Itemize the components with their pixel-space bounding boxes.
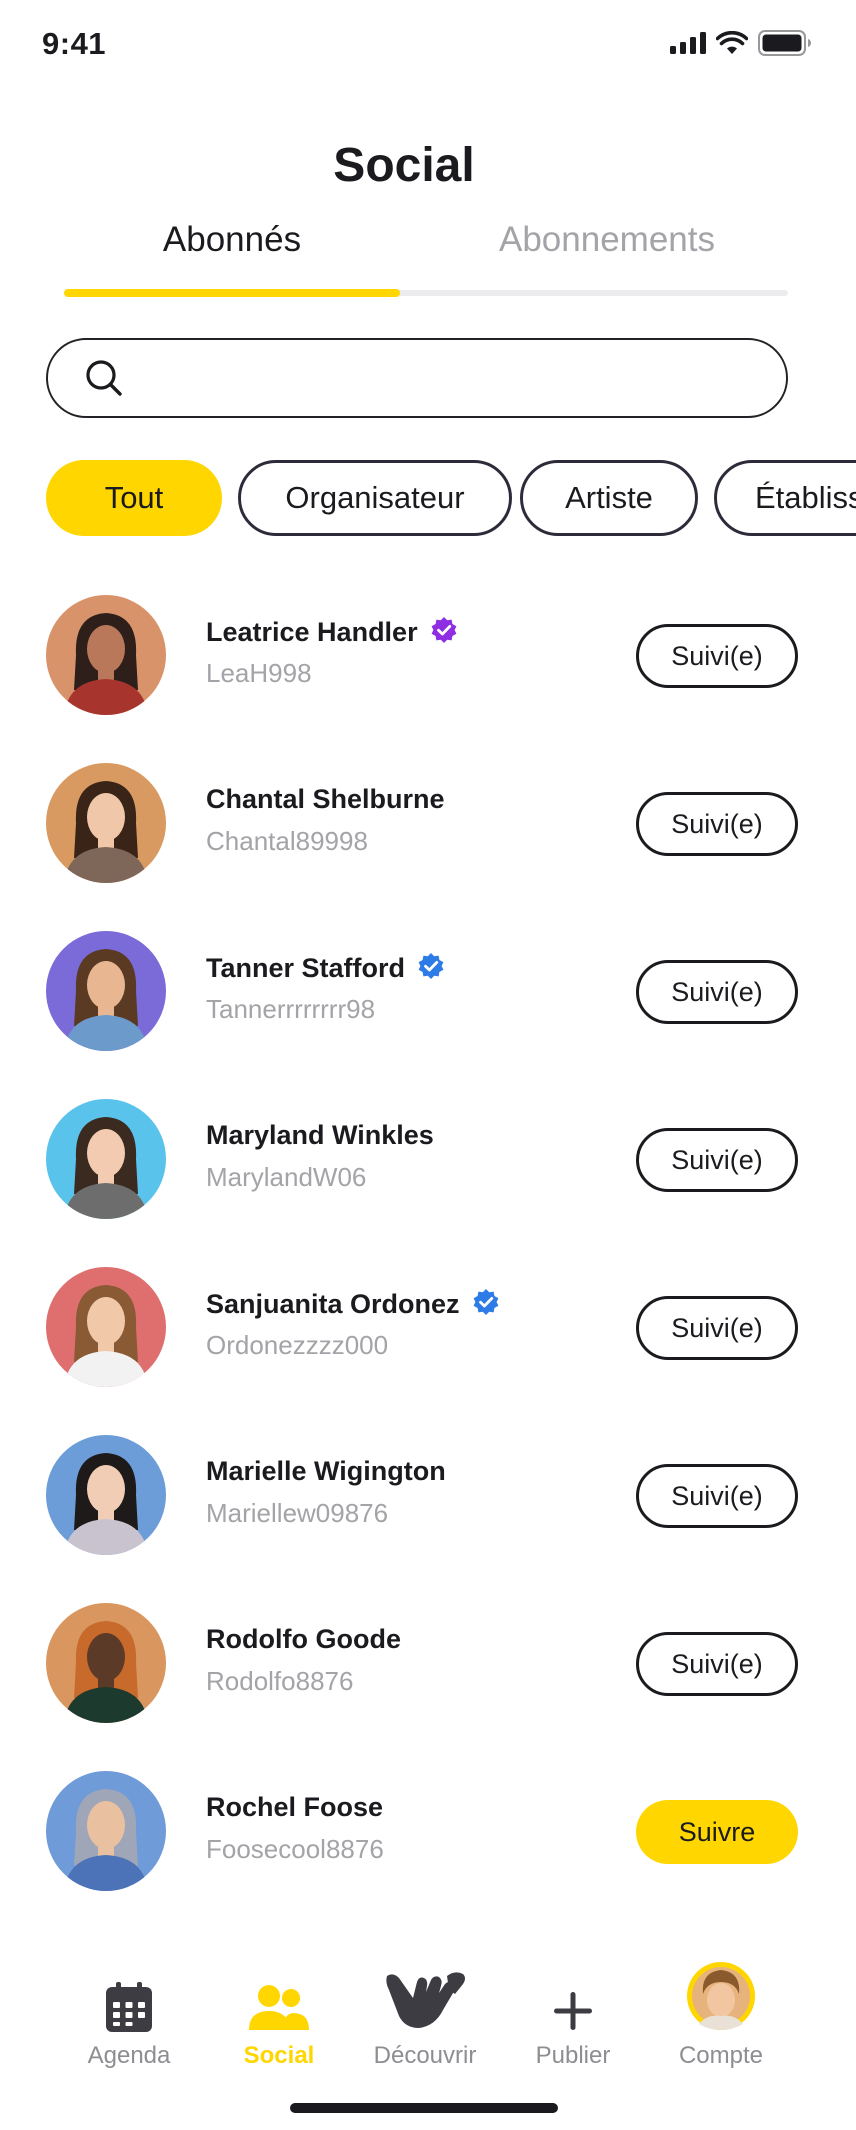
nav-publier[interactable]: Publier: [498, 1960, 648, 2070]
nav-agenda[interactable]: Agenda: [54, 1960, 204, 2070]
status-icons: [670, 30, 812, 56]
tab-abonnes[interactable]: Abonnés: [64, 220, 400, 260]
user-handle: Tannerrrrrrrr98: [206, 994, 376, 1024]
filter-chip-etablissement[interactable]: Établissement: [714, 460, 856, 536]
following-button[interactable]: Suivi(e): [636, 1632, 798, 1696]
verified-badge-icon: [430, 616, 458, 649]
user-handle: Mariellew09876: [206, 1498, 389, 1528]
avatar[interactable]: [46, 931, 166, 1051]
user-name-line: Rochel Foose: [206, 1792, 383, 1823]
status-bar: 9:41: [0, 0, 856, 90]
following-button[interactable]: Suivi(e): [636, 1128, 798, 1192]
user-handle: Chantal89998: [206, 826, 368, 856]
user-row[interactable]: Rochel Foose Foosecool8876 Suivre: [0, 1766, 856, 1896]
account-avatar-icon: [687, 1962, 755, 2030]
user-name[interactable]: Leatrice Handler: [206, 617, 418, 648]
avatar[interactable]: [46, 1435, 166, 1555]
user-name[interactable]: Rochel Foose: [206, 1792, 383, 1823]
avatar[interactable]: [46, 1771, 166, 1891]
signal-icon: [670, 32, 706, 54]
following-button[interactable]: Suivi(e): [636, 1296, 798, 1360]
filter-chip-tout[interactable]: Tout: [46, 460, 222, 536]
filter-chip-organisateur[interactable]: Organisateur: [238, 460, 512, 536]
following-button[interactable]: Suivi(e): [636, 792, 798, 856]
user-name-line: Leatrice Handler: [206, 616, 458, 649]
avatar[interactable]: [46, 1267, 166, 1387]
home-indicator: [290, 2103, 558, 2113]
user-name[interactable]: Maryland Winkles: [206, 1120, 434, 1151]
search-input[interactable]: [148, 352, 752, 406]
verified-badge-icon: [472, 1288, 500, 1321]
user-name-line: Rodolfo Goode: [206, 1624, 401, 1655]
user-row[interactable]: Rodolfo Goode Rodolfo8876 Suivi(e): [0, 1598, 856, 1728]
tab-abonnements[interactable]: Abonnements: [426, 220, 788, 260]
bottom-nav: Agenda Social Découvrir Publier Compte: [0, 1960, 856, 2080]
user-name[interactable]: Chantal Shelburne: [206, 784, 445, 815]
avatar[interactable]: [46, 1099, 166, 1219]
users-icon: [249, 1985, 309, 2030]
filter-chip-artiste[interactable]: Artiste: [520, 460, 698, 536]
user-handle: MarylandW06: [206, 1162, 367, 1192]
following-button[interactable]: Suivi(e): [636, 624, 798, 688]
nav-label-agenda: Agenda: [87, 2042, 171, 2069]
search-bar[interactable]: [46, 338, 788, 418]
shaka-hand-icon: [386, 1972, 465, 2028]
user-name-line: Marielle Wigington: [206, 1456, 446, 1487]
plus-icon: [554, 1992, 592, 2030]
nav-label-decouvrir: Découvrir: [373, 2042, 477, 2069]
user-name-line: Tanner Stafford: [206, 952, 445, 985]
calendar-icon: [106, 1982, 152, 2032]
user-name-line: Chantal Shelburne: [206, 784, 445, 815]
user-name[interactable]: Tanner Stafford: [206, 953, 405, 984]
nav-label-compte: Compte: [678, 2042, 764, 2069]
user-row[interactable]: Chantal Shelburne Chantal89998 Suivi(e): [0, 758, 856, 888]
status-time: 9:41: [42, 26, 107, 61]
avatar[interactable]: [46, 595, 166, 715]
page-title: Social: [333, 139, 475, 192]
user-name[interactable]: Marielle Wigington: [206, 1456, 446, 1487]
user-handle: Rodolfo8876: [206, 1666, 354, 1696]
verified-badge-icon: [417, 952, 445, 985]
nav-compte[interactable]: Compte: [646, 1960, 796, 2070]
filter-chips: Tout Organisateur Artiste Établissement: [46, 460, 856, 538]
user-handle: Ordonezzzz000: [206, 1330, 389, 1360]
user-handle: Foosecool8876: [206, 1834, 384, 1864]
nav-social[interactable]: Social: [204, 1960, 354, 2070]
wifi-icon: [716, 31, 748, 54]
nav-decouvrir[interactable]: Découvrir: [350, 1960, 500, 2070]
search-icon: [86, 360, 122, 396]
user-name-line: Sanjuanita Ordonez: [206, 1288, 500, 1321]
user-row[interactable]: Sanjuanita Ordonez Ordonezzzz000 Suivi(e): [0, 1262, 856, 1392]
battery-icon: [758, 30, 811, 56]
avatar[interactable]: [46, 1603, 166, 1723]
user-name[interactable]: Sanjuanita Ordonez: [206, 1289, 460, 1320]
tab-bar: Abonnés Abonnements: [64, 210, 788, 300]
follow-button[interactable]: Suivre: [636, 1800, 798, 1864]
following-button[interactable]: Suivi(e): [636, 1464, 798, 1528]
user-row[interactable]: Maryland Winkles MarylandW06 Suivi(e): [0, 1094, 856, 1224]
user-row[interactable]: Tanner Stafford Tannerrrrrrrr98 Suivi(e): [0, 926, 856, 1056]
user-name[interactable]: Rodolfo Goode: [206, 1624, 401, 1655]
nav-label-publier: Publier: [535, 2042, 611, 2069]
user-row[interactable]: Marielle Wigington Mariellew09876 Suivi(e): [0, 1430, 856, 1560]
avatar[interactable]: [46, 763, 166, 883]
following-button[interactable]: Suivi(e): [636, 960, 798, 1024]
tab-active-indicator: [64, 289, 400, 297]
nav-label-social: Social: [243, 2042, 315, 2069]
user-name-line: Maryland Winkles: [206, 1120, 434, 1151]
user-handle: LeaH998: [206, 658, 312, 688]
user-row[interactable]: Leatrice Handler LeaH998 Suivi(e): [0, 590, 856, 720]
